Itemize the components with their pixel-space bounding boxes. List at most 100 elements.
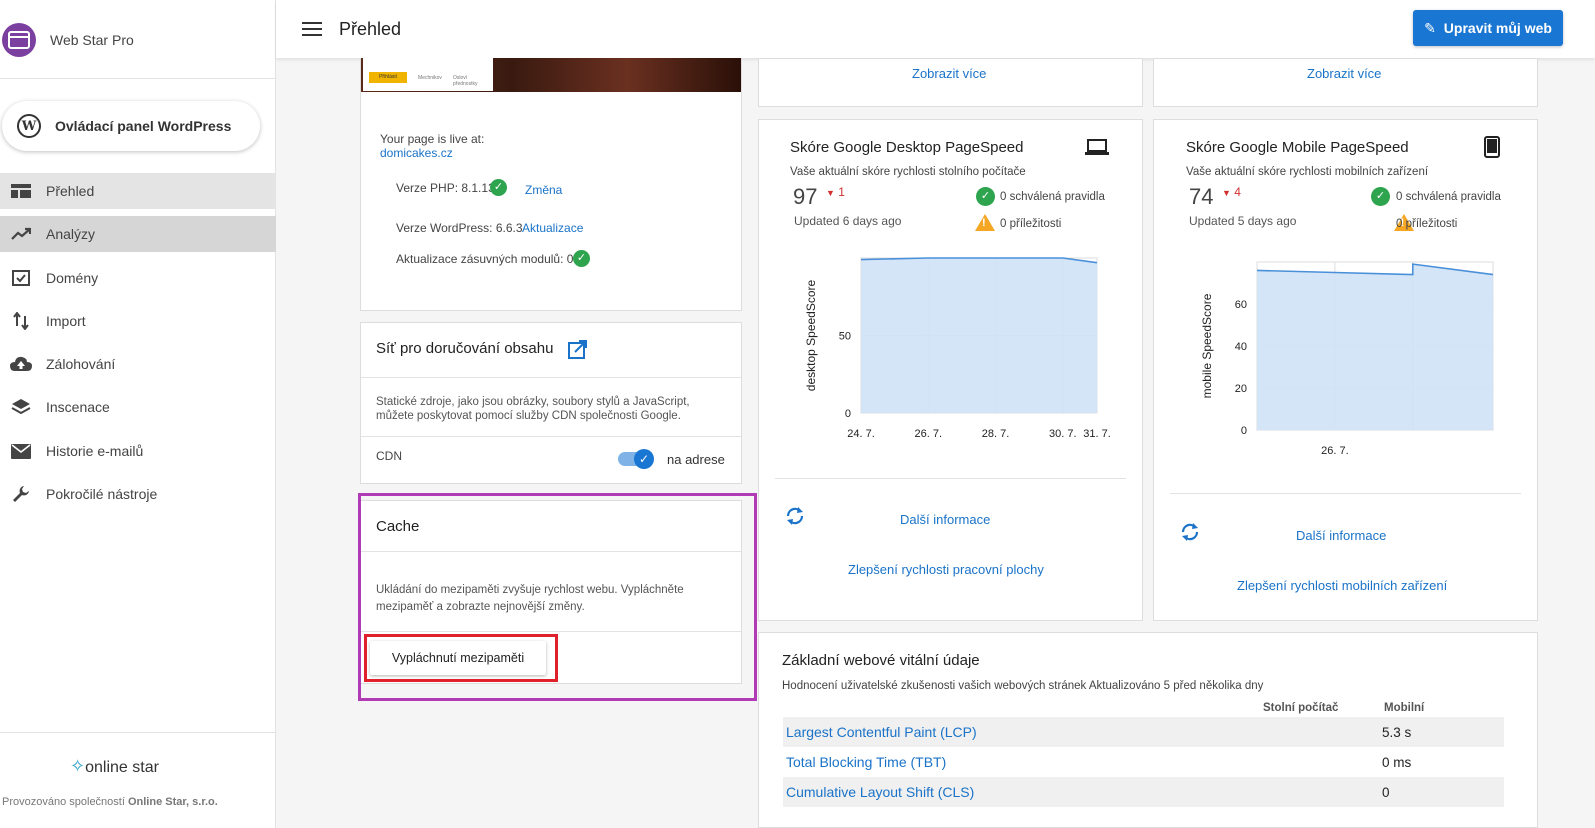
check-icon: ✓ (976, 187, 995, 206)
online-star-logo-text: online star (85, 759, 159, 776)
plugins-row: Aktualizace zásuvných modulů: 0 (396, 252, 573, 266)
sidebar-item-prehled[interactable]: Přehled (0, 173, 276, 209)
dashboard-icon (10, 182, 32, 200)
phone-icon (1484, 136, 1500, 161)
refresh-icon[interactable] (1179, 521, 1201, 546)
desktop-approved: 0 schválená pravidla (1000, 191, 1105, 203)
wordpress-dashboard-button[interactable]: W Ovládací panel WordPress (2, 101, 260, 151)
edit-site-button[interactable]: ✎ Upravit můj web (1413, 10, 1563, 46)
vital-tbt-link[interactable]: Total Blocking Time (TBT) (786, 754, 946, 770)
vitals-subtitle: Hodnocení uživatelské zkušenosti vašich … (782, 680, 1264, 692)
refresh-icon[interactable] (784, 505, 806, 530)
sidebar-item-domeny[interactable]: Domény (0, 260, 276, 296)
x-tick-label: 26. 7. (1321, 445, 1349, 457)
sidebar-footer-divider (0, 732, 276, 733)
sidebar-item-label: Domény (46, 270, 99, 286)
show-more-link-right[interactable]: Zobrazit více (1307, 66, 1381, 81)
desktop-opportunities: 0 příležitosti (1000, 218, 1062, 230)
cdn-toggle[interactable]: ✓ (618, 449, 654, 469)
sidebar-item-label: Zálohování (46, 356, 116, 372)
sidebar-item-pokrocile-nastroje[interactable]: Pokročilé nástroje (0, 476, 276, 512)
footer-text: Provozováno společností Online Star, s.r… (2, 796, 218, 808)
site-domain-link[interactable]: domicakes.cz (380, 146, 453, 160)
mobile-delta-value: 4 (1234, 185, 1241, 199)
vital-lcp-link[interactable]: Largest Contentful Paint (LCP) (786, 724, 977, 740)
external-link-icon[interactable] (567, 340, 587, 363)
desktop-divider (775, 478, 1126, 479)
y-tick-label: 0 (1241, 425, 1247, 437)
brand-logo-icon (2, 23, 36, 57)
star-logo-icon: ✧ (70, 756, 86, 776)
sidebar: Web Star Pro W Ovládací panel WordPress … (0, 0, 276, 828)
sidebar-divider (0, 78, 276, 79)
mobile-title: Skóre Google Mobile PageSpeed (1186, 139, 1409, 156)
wp-version-row: Verze WordPress: 6.6.3 (396, 221, 523, 235)
wordpress-icon: W (17, 114, 41, 138)
down-arrow-icon: ▼ (826, 188, 835, 198)
layers-icon (10, 398, 32, 416)
check-icon: ✓ (490, 179, 507, 196)
cache-divider (361, 551, 741, 552)
x-tick-label: 31. 7. (1083, 428, 1111, 440)
cdn-title: Síť pro doručování obsahu (376, 340, 554, 357)
cdn-divider-2 (361, 436, 741, 437)
sidebar-item-label: Inscenace (46, 399, 110, 415)
table-row: Total Blocking Time (TBT) 0 ms (783, 747, 1504, 777)
cdn-description: Statické zdroje, jako jsou obrázky, soub… (376, 396, 690, 422)
vital-cls-link[interactable]: Cumulative Layout Shift (CLS) (786, 784, 974, 800)
show-more-link-left[interactable]: Zobrazit více (912, 66, 986, 81)
brand-name: Web Star Pro (50, 32, 134, 48)
wordpress-dashboard-label: Ovládací panel WordPress (55, 118, 232, 134)
desktop-subtitle: Vaše aktuální skóre rychlosti stolního p… (790, 166, 1026, 178)
sidebar-item-import[interactable]: Import (0, 303, 276, 339)
online-star-logo[interactable]: ✧online star (70, 756, 159, 777)
mobile-improve-link[interactable]: Zlepšení rychlosti mobilních zařízení (1237, 578, 1447, 593)
mobile-approved: 0 schválená pravidla (1396, 191, 1501, 203)
sidebar-item-historie-emailu[interactable]: Historie e-mailů (0, 433, 276, 469)
col-header-mobile: Mobilní (1384, 702, 1425, 714)
sidebar-item-analyzy[interactable]: Analýzy (0, 216, 276, 252)
mobile-subtitle: Vaše aktuální skóre rychlosti mobilních … (1186, 166, 1429, 178)
desktop-improve-link[interactable]: Zlepšení rychlosti pracovní plochy (848, 562, 1044, 577)
php-change-link[interactable]: Změna (525, 183, 562, 197)
vital-tbt-mobile: 0 ms (1382, 755, 1412, 770)
desktop-delta: ▼ 1 (826, 185, 845, 199)
wp-update-link[interactable]: Aktualizace (522, 221, 583, 235)
y-tick-label: 50 (839, 331, 851, 343)
mobile-delta: ▼ 4 (1222, 185, 1241, 199)
sidebar-item-label: Přehled (46, 183, 95, 199)
plugins-label: Aktualizace zásuvných modulů: (396, 252, 564, 266)
live-label: Your page is live at: (380, 132, 485, 146)
x-tick-label: 26. 7. (914, 428, 942, 440)
footer-text-prefix: Provozováno společností (2, 796, 128, 808)
y-tick-label: 0 (845, 408, 851, 420)
cache-description: Ukládání do mezipaměti zvyšuje rychlost … (376, 584, 684, 613)
sidebar-item-inscenace[interactable]: Inscenace (0, 389, 276, 425)
sidebar-item-label: Analýzy (46, 226, 96, 242)
mobile-divider (1170, 493, 1521, 494)
cache-title: Cache (376, 518, 420, 535)
wrench-icon (10, 485, 32, 503)
y-tick-label: 60 (1235, 299, 1247, 311)
vitals-title: Základní webové vitální údaje (782, 652, 980, 669)
flush-cache-button[interactable]: Vypláchnutí mezipaměti (370, 641, 546, 675)
wp-version: 6.6.3 (495, 221, 523, 235)
menu-icon[interactable] (302, 22, 322, 36)
vital-cls-mobile: 0 (1382, 785, 1390, 800)
check-icon: ✓ (1371, 187, 1390, 206)
x-tick-label: 28. 7. (982, 428, 1010, 440)
sidebar-item-zalohovani[interactable]: Zálohování (0, 346, 276, 382)
check-icon: ✓ (573, 250, 590, 267)
brand[interactable]: Web Star Pro (0, 20, 276, 60)
desktop-more-info-link[interactable]: Další informace (900, 512, 990, 527)
mobile-score: 74 (1189, 184, 1214, 209)
desktop-speed-chart: 0 50 24. 7. 26. 7. 28. 7. 30. 7. 31. 7. desktop… (804, 257, 1111, 440)
site-preview-image[interactable]: Přihlásit Mechnikov Osloví přednostky (361, 58, 741, 92)
cloud-upload-icon (10, 355, 32, 373)
x-tick-label: 24. 7. (847, 428, 875, 440)
sidebar-item-label: Historie e-mailů (46, 443, 144, 459)
laptop-icon (1085, 138, 1109, 159)
sidebar-item-label: Import (46, 313, 86, 329)
mobile-speed-chart: 0 20 40 60 26. 7. mobile SpeedScore (1200, 261, 1494, 457)
mobile-more-info-link[interactable]: Další informace (1296, 528, 1386, 543)
